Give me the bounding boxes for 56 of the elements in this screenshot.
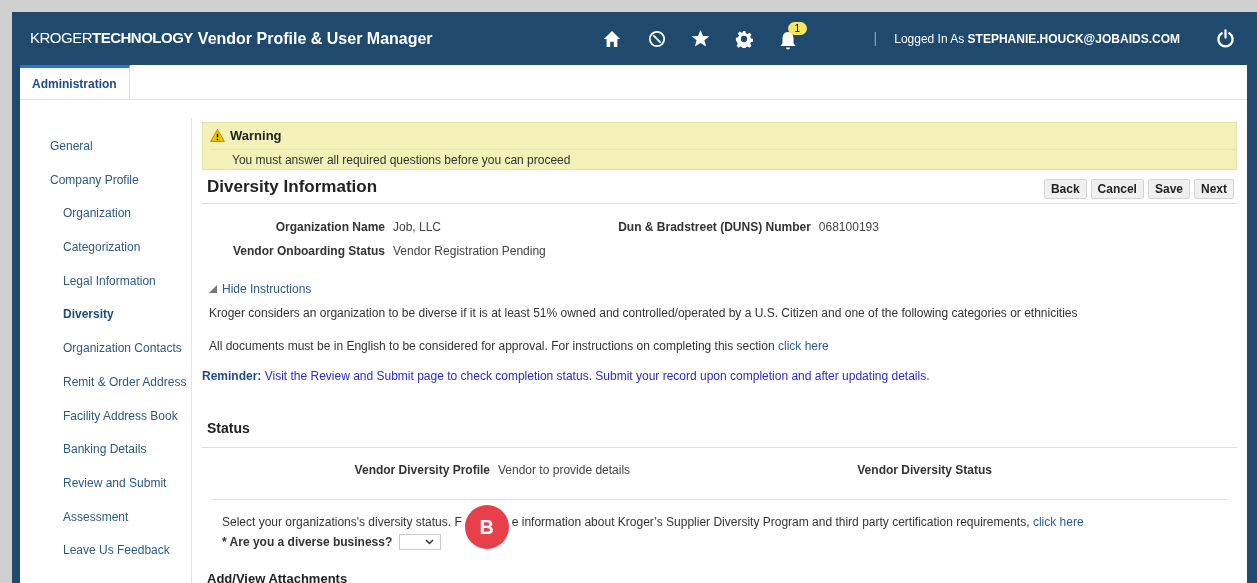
home-icon[interactable] bbox=[602, 29, 621, 48]
field-value: Vendor Registration Pending bbox=[393, 243, 547, 260]
instruction-text: e information about Kroger’s Supplier Diversity Program and third party certification requirements, bbox=[511, 515, 1030, 529]
section-title: Add/View Attachments bbox=[207, 571, 348, 583]
sidebar-item[interactable]: Categorization bbox=[63, 240, 141, 255]
sidebar-item[interactable]: Company Profile bbox=[50, 172, 139, 187]
chevron-icon bbox=[425, 539, 435, 545]
notification-badge: 1 bbox=[787, 21, 808, 35]
field-value: Vendor to provide details bbox=[498, 462, 632, 479]
callout-badge: B bbox=[464, 505, 509, 549]
field-label: Dun & Bradstreet (DUNS) Number bbox=[617, 219, 811, 236]
tab[interactable]: Administration bbox=[20, 65, 130, 99]
sidebar-item[interactable]: Legal Information bbox=[63, 273, 156, 288]
click-here-link[interactable]: click here bbox=[777, 339, 829, 353]
logged-in-user: Logged In As STEPHANIE.HOUCK@JOBAIDS.COM bbox=[894, 30, 1180, 48]
sidebar-item[interactable]: Banking Details bbox=[63, 442, 147, 457]
sidebar-item[interactable]: General bbox=[50, 139, 93, 153]
warning-title: Warning bbox=[230, 127, 282, 145]
question-label: * Are you a diverse business? bbox=[222, 534, 393, 551]
sidebar-item[interactable]: Facility Address Book bbox=[63, 408, 178, 423]
instruction-text: Kroger considers an organization to be diverse if it is at least 51% owned and controlled/operated by a U.S. Citizen and one of the following categories or ethnicities bbox=[208, 305, 1079, 322]
reminder-text: Reminder: Visit the Review and Submit page to check completion status. Submit your record upon completion and after updating details. bbox=[202, 368, 931, 385]
sidebar-item[interactable]: Review and Submit bbox=[63, 475, 167, 490]
instruction-text: All documents must be in English to be considered for approval. For instructions on completing this section click here bbox=[208, 338, 830, 355]
action-button[interactable]: Cancel bbox=[1090, 178, 1144, 199]
star-icon[interactable] bbox=[690, 29, 710, 48]
click-here-link[interactable]: click here bbox=[1032, 515, 1084, 529]
toggle-link[interactable]: Hide Instructions bbox=[222, 280, 312, 298]
field-label: Organization Name bbox=[274, 219, 385, 236]
triangle-icon[interactable] bbox=[209, 285, 217, 293]
field-value: Job, LLC bbox=[393, 219, 443, 236]
dropdown-field[interactable] bbox=[399, 534, 442, 550]
field-value: 068100193 bbox=[818, 219, 880, 236]
field-label: Vendor Onboarding Status bbox=[232, 243, 385, 260]
separator: | bbox=[873, 29, 878, 48]
instruction-text: Select your organizations's diversity status. F bbox=[222, 515, 462, 529]
logo: KROGERTECHNOLOGY bbox=[30, 28, 193, 49]
field-label: Vendor Diversity Profile bbox=[353, 462, 490, 479]
notification-bell-icon[interactable] bbox=[778, 30, 797, 51]
sidebar-item[interactable]: Diversity bbox=[63, 307, 114, 322]
sidebar-item[interactable]: Organization bbox=[63, 206, 132, 221]
sidebar-item[interactable]: Remit & Order Address bbox=[63, 374, 187, 389]
section-title: Status bbox=[207, 420, 250, 436]
field-label: Vendor Diversity Status bbox=[856, 462, 992, 479]
page-title: Diversity Information bbox=[207, 175, 378, 198]
app-title: Vendor Profile & User Manager bbox=[197, 28, 433, 49]
settings-icon[interactable] bbox=[734, 29, 753, 48]
action-button[interactable]: Back bbox=[1043, 178, 1087, 199]
action-button[interactable]: Save bbox=[1147, 178, 1190, 199]
sidebar-item[interactable]: Organization Contacts bbox=[63, 341, 182, 356]
sidebar-item[interactable]: Assessment bbox=[63, 509, 129, 524]
warning-message: You must answer all required questions before you can proceed bbox=[210, 148, 1236, 169]
action-button[interactable]: Next bbox=[1194, 178, 1234, 199]
warning-icon bbox=[210, 129, 225, 143]
sidebar-item[interactable]: Leave Us Feedback bbox=[63, 543, 170, 558]
power-icon[interactable] bbox=[1216, 29, 1235, 48]
